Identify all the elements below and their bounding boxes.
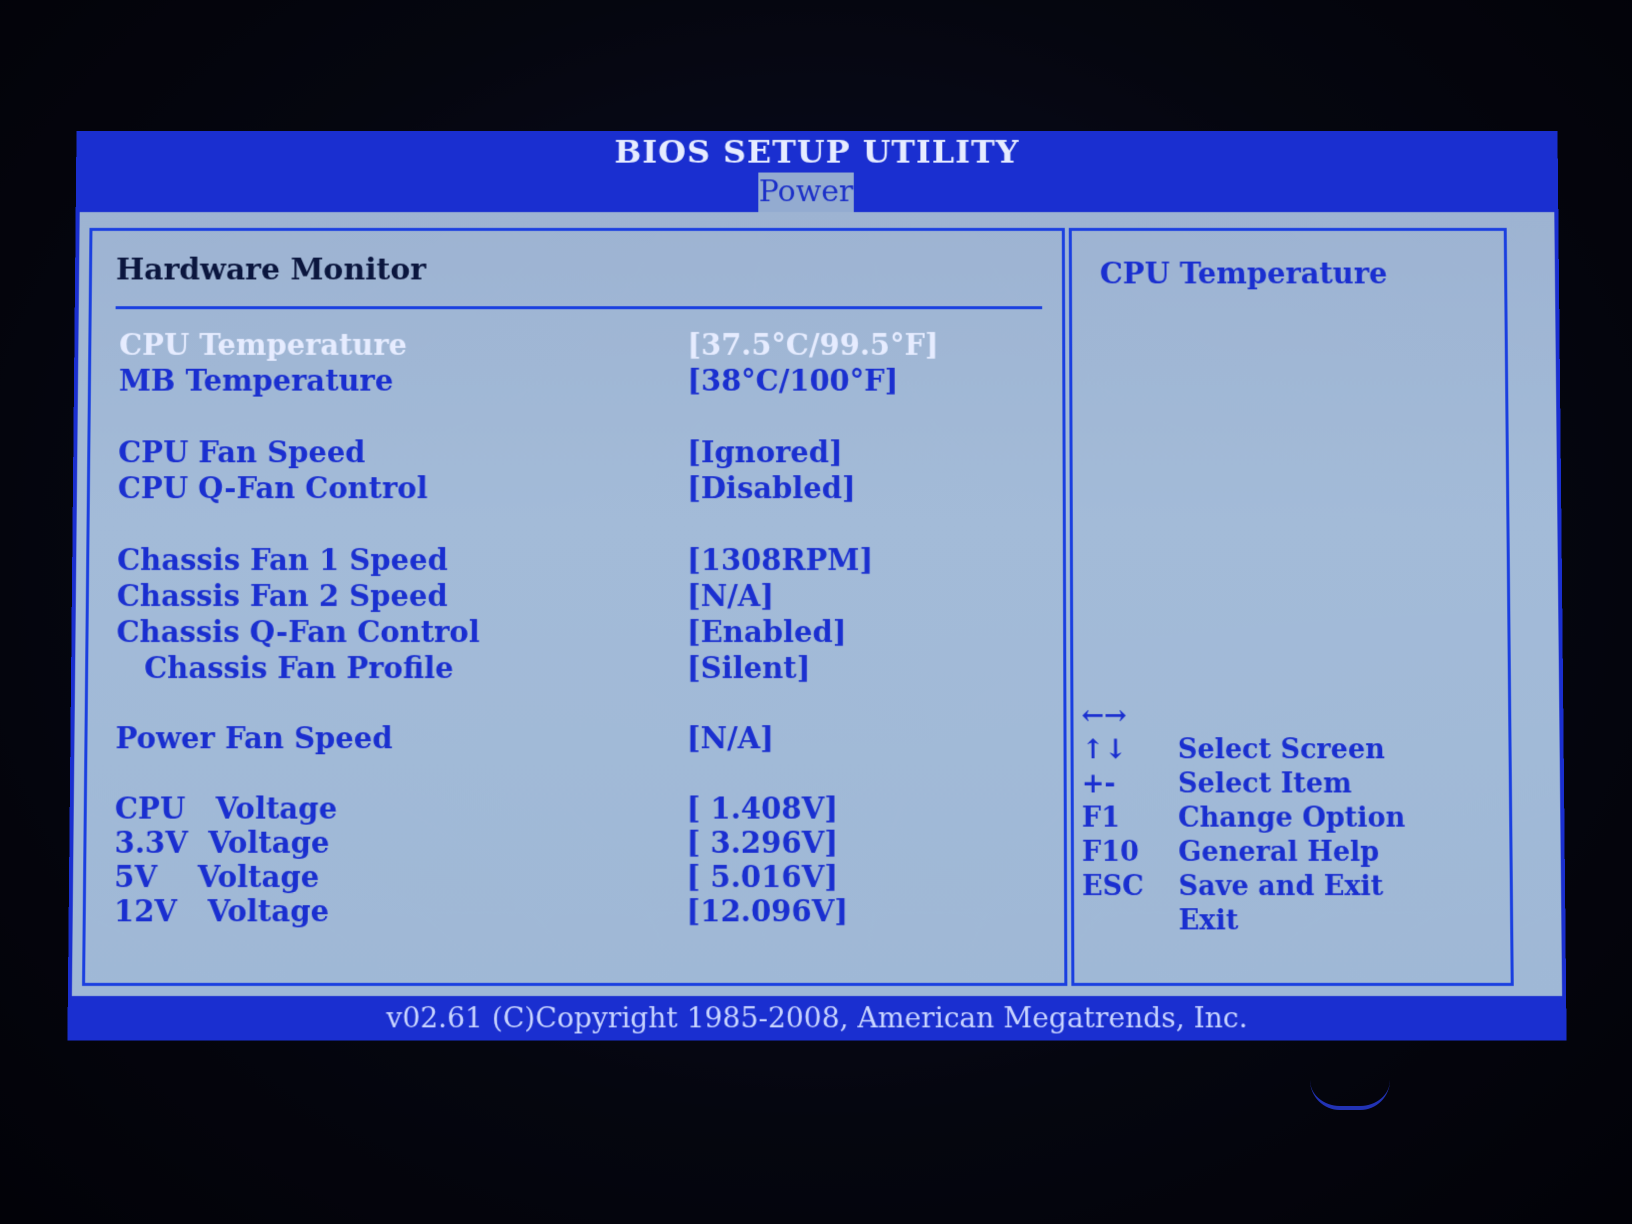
setting-label: Chassis Q-Fan Control	[116, 614, 480, 650]
key-legend-item: +- Change Option	[1074, 733, 1515, 833]
key-description: Exit	[1178, 905, 1239, 937]
section-divider	[115, 306, 1043, 310]
setting-value: [ 5.016V]	[686, 859, 838, 895]
setting-label: Chassis Fan Profile	[144, 651, 454, 686]
setting-row-chassis-fan-2-speed[interactable]: Chassis Fan 2 Speed [N/A]	[117, 577, 1057, 615]
tab-power[interactable]: Power	[758, 172, 854, 213]
setting-label: Power Fan Speed	[115, 721, 393, 756]
setting-row-5v-voltage[interactable]: 5V Voltage [ 5.016V]	[114, 858, 1058, 896]
key-legend-item: ↑↓ Select Item	[1073, 699, 1514, 799]
key-name: ESC	[1082, 870, 1144, 903]
setting-row-12v-voltage[interactable]: 12V Voltage [12.096V]	[114, 892, 1058, 930]
setting-value: [1308RPM]	[687, 543, 874, 578]
setting-label: CPU Fan Speed	[118, 435, 366, 470]
setting-row-3v3-voltage[interactable]: 3.3V Voltage [ 3.296V]	[114, 824, 1058, 862]
help-title: CPU Temperature	[1099, 256, 1388, 291]
bios-title: BIOS SETUP UTILITY	[614, 133, 1020, 171]
bios-window: BIOS SETUP UTILITY Power Hardware Monito…	[67, 131, 1567, 1041]
setting-label: CPU Temperature	[119, 328, 408, 362]
setting-row-mb-temperature[interactable]: MB Temperature [38°C/100°F]	[119, 362, 1057, 400]
setting-value: [37.5°C/99.5°F]	[687, 328, 939, 362]
setting-value: [Silent]	[686, 651, 811, 686]
setting-label: 12V Voltage	[113, 894, 330, 929]
setting-value: [Enabled]	[686, 614, 847, 650]
setting-label: MB Temperature	[118, 363, 394, 398]
key-legend: ←→ Select Screen ↑↓ Select Item +- Chang…	[1073, 665, 1516, 937]
key-legend-item: ESC Exit	[1074, 836, 1516, 937]
section-title: Hardware Monitor	[115, 252, 427, 288]
settings-panel: Hardware Monitor CPU Temperature [37.5°C…	[82, 227, 1068, 986]
setting-value: [Disabled]	[687, 471, 856, 506]
setting-row-chassis-fan-1-speed[interactable]: Chassis Fan 1 Speed [1308RPM]	[117, 541, 1057, 579]
setting-row-chassis-fan-profile[interactable]: Chassis Fan Profile [Silent]	[116, 649, 1057, 687]
copyright-footer: v02.61 (C)Copyright 1985-2008, American …	[67, 996, 1567, 1041]
setting-label: Chassis Fan 2 Speed	[116, 579, 448, 613]
monitor-screen: BIOS SETUP UTILITY Power Hardware Monito…	[0, 0, 1632, 1224]
setting-row-chassis-qfan-control[interactable]: Chassis Q-Fan Control [Enabled]	[116, 613, 1057, 651]
setting-row-cpu-qfan-control[interactable]: CPU Q-Fan Control [Disabled]	[118, 469, 1057, 507]
key-description: Save and Exit	[1178, 870, 1384, 903]
setting-value: [N/A]	[686, 721, 774, 756]
setting-value: [ 1.408V]	[686, 791, 838, 826]
setting-value: [ 3.296V]	[686, 825, 838, 860]
setting-label: 5V Voltage	[114, 859, 320, 895]
setting-row-cpu-temperature[interactable]: CPU Temperature [37.5°C/99.5°F]	[119, 326, 1056, 364]
key-legend-item: ←→ Select Screen	[1073, 665, 1514, 765]
power-led-icon	[1310, 1080, 1390, 1110]
setting-label: 3.3V Voltage	[114, 825, 330, 860]
setting-label: CPU Voltage	[114, 791, 338, 826]
tab-bar: Power	[75, 172, 1559, 213]
main-area: Hardware Monitor CPU Temperature [37.5°C…	[71, 212, 1563, 997]
setting-label: CPU Q-Fan Control	[117, 471, 428, 506]
setting-row-power-fan-speed[interactable]: Power Fan Speed [N/A]	[115, 719, 1057, 757]
setting-value: [12.096V]	[686, 894, 849, 929]
help-panel: CPU Temperature ←→ Select Screen ↑↓ Sele…	[1068, 227, 1516, 986]
key-legend-item: F1 General Help	[1074, 767, 1515, 868]
setting-value: [N/A]	[686, 579, 775, 613]
setting-row-cpu-voltage[interactable]: CPU Voltage [ 1.408V]	[115, 789, 1058, 827]
setting-value: [Ignored]	[687, 435, 843, 470]
setting-label: Chassis Fan 1 Speed	[117, 543, 448, 578]
setting-value: [38°C/100°F]	[687, 363, 899, 398]
key-legend-item: F10 Save and Exit	[1074, 802, 1516, 902]
setting-row-cpu-fan-speed[interactable]: CPU Fan Speed [Ignored]	[118, 433, 1057, 471]
